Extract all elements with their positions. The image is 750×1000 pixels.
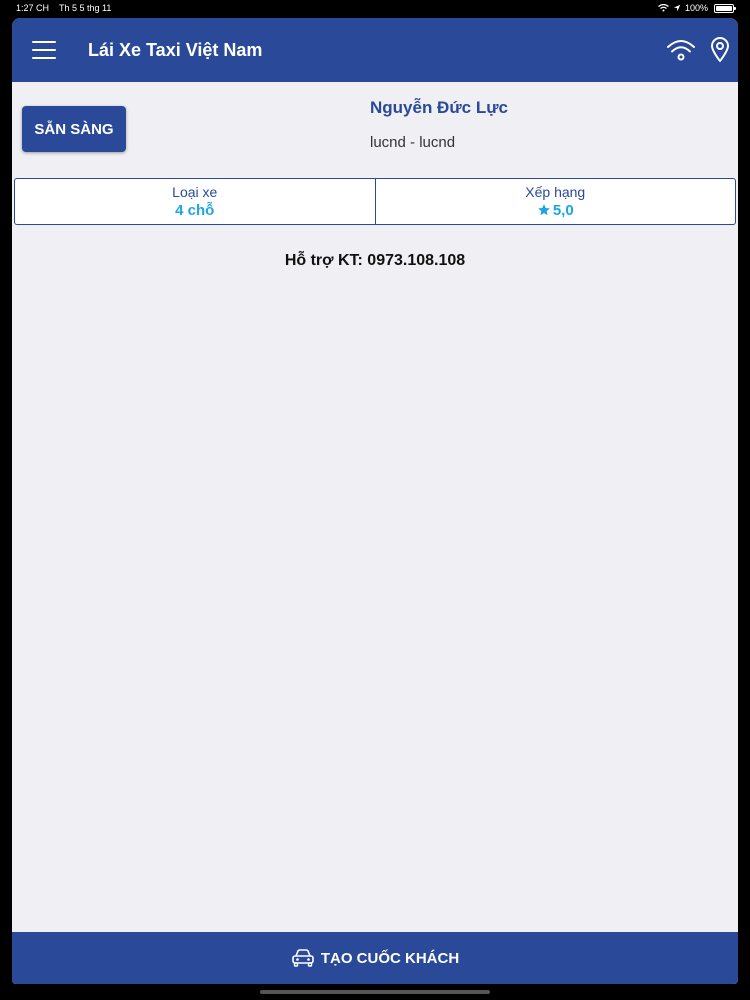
rating-value-row: 5,0: [537, 201, 574, 220]
wifi-icon[interactable]: [666, 38, 696, 62]
vehicle-type-cell: Loại xe 4 chỗ: [15, 179, 375, 224]
navigation-bar: Lái Xe Taxi Việt Nam: [12, 18, 738, 82]
status-date: Th 5 5 thg 11: [59, 3, 112, 13]
screen: 1:27 CH Th 5 5 thg 11 100% Lái Xe Taxi V…: [0, 0, 750, 1000]
ready-status-button[interactable]: SẴN SÀNG: [22, 106, 126, 152]
location-pin-icon[interactable]: [710, 37, 730, 63]
location-arrow-icon: [673, 4, 681, 12]
rating-label: Xếp hạng: [525, 183, 586, 200]
star-icon: [537, 204, 550, 216]
main-content: SẴN SÀNG Nguyễn Đức Lực lucnd - lucnd Lo…: [12, 82, 738, 932]
driver-info-box: Loại xe 4 chỗ Xếp hạng 5,0: [14, 178, 736, 225]
home-indicator[interactable]: [260, 990, 490, 994]
app-title: Lái Xe Taxi Việt Nam: [88, 39, 263, 60]
car-icon: [292, 949, 314, 967]
app-window: Lái Xe Taxi Việt Nam SẴN SÀNG Nguyễn Đức…: [12, 18, 738, 984]
status-bar: 1:27 CH Th 5 5 thg 11 100%: [0, 0, 750, 16]
rating-value: 5,0: [552, 201, 574, 219]
driver-username: lucnd - lucnd: [370, 134, 456, 151]
battery-percent: 100%: [684, 3, 708, 13]
rating-cell: Xếp hạng 5,0: [374, 179, 736, 224]
vehicle-type-value: 4 chỗ: [175, 201, 215, 219]
menu-icon[interactable]: [32, 40, 56, 60]
battery-icon: [714, 3, 736, 13]
create-ride-label: TẠO CUỐC KHÁCH: [320, 949, 460, 967]
vehicle-type-label: Loại xe: [172, 183, 218, 200]
wifi-icon: [658, 4, 669, 12]
create-ride-button[interactable]: TẠO CUỐC KHÁCH: [12, 932, 738, 984]
driver-name: Nguyễn Đức Lực: [370, 98, 508, 117]
support-hotline: Hỗ trợ KT: 0973.108.108: [284, 252, 466, 269]
status-time: 1:27 CH: [16, 3, 50, 13]
